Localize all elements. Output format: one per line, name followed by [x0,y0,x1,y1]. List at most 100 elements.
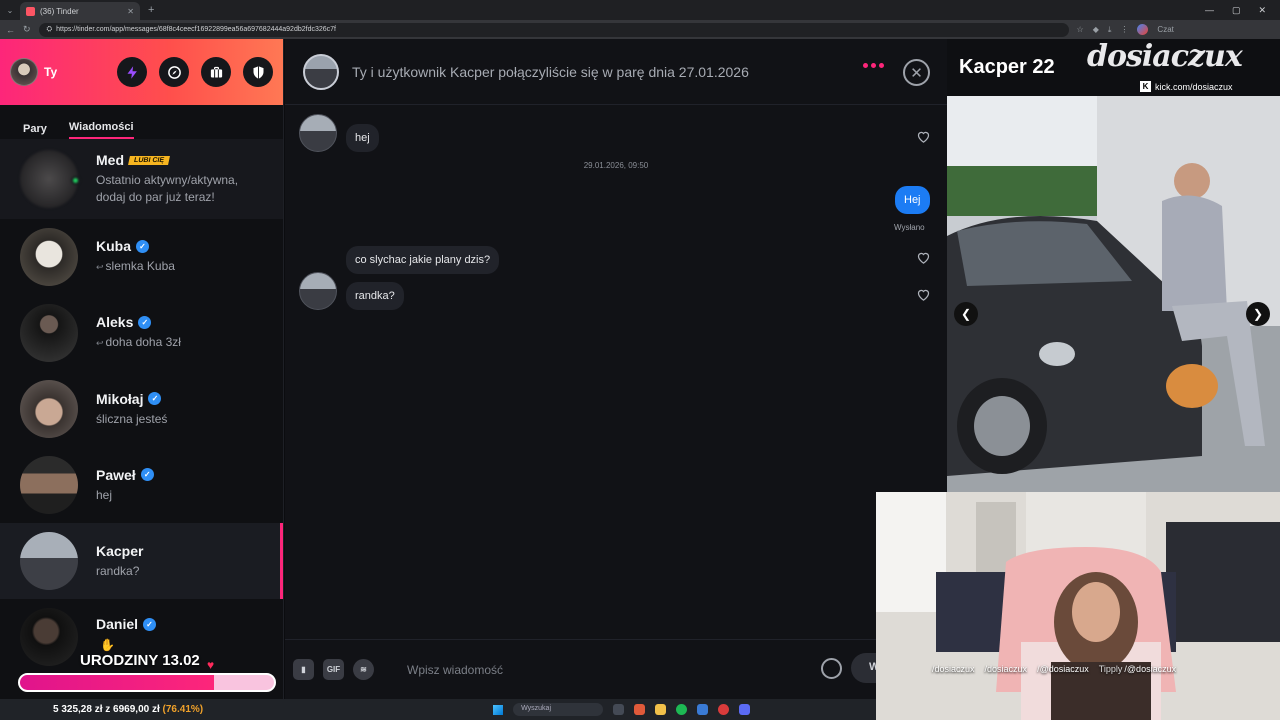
profile-label[interactable]: Czat [1157,25,1173,34]
conversation-item[interactable]: Paweł ✓ hej [0,447,283,523]
outgoing-message-bubble: Hej [895,186,930,214]
browser-tab-strip: ⌄ (36) Tinder ✕ + — ▢ ✕ [0,0,1280,20]
conversation-preview-line2: dodaj do par już teraz! [96,190,215,204]
conversation-name: Daniel [96,616,139,632]
address-bar: ← ↻ ⛭ https://tinder.com/app/messages/68… [0,20,1280,39]
extension-icon[interactable]: ◆ [1093,25,1099,34]
verified-icon: ✓ [143,617,157,631]
window-close-icon[interactable]: ✕ [1258,5,1266,16]
conversation-preview: randka? [96,563,140,578]
tab-title: (36) Tinder [40,6,79,16]
work-button[interactable] [201,57,231,87]
spotify-button[interactable]: ≋ [353,659,374,680]
close-icon: ✕ [910,64,923,82]
emoji-icon[interactable] [821,658,842,679]
instagram-handle: /dosiaczux [932,664,975,674]
conversation-preview: hej [96,487,113,502]
new-tab-icon[interactable]: + [148,4,154,16]
minimize-icon[interactable]: — [1205,5,1214,16]
profile-avatar-icon[interactable] [1137,24,1149,35]
conversation-item[interactable]: Mikołaj ✓ śliczna jesteś [0,371,283,447]
my-avatar[interactable] [10,58,38,86]
spotify-taskbar-icon[interactable] [676,704,688,715]
conversation-item-selected[interactable]: Kacper randka? [0,523,283,599]
menu-dots-icon[interactable]: ⋮ [1120,25,1128,34]
boost-button[interactable] [117,57,147,87]
message-bubble: hej [346,124,379,152]
reply-arrow-icon: ↩ [96,262,104,272]
kick-icon: K [1140,81,1151,92]
folder-icon[interactable] [655,704,667,715]
windows-start-icon[interactable] [493,704,504,715]
profile-panel: Kacper 22 dosiaczux Kkick.com/dosiaczux … [947,39,1280,499]
conversation-preview: Ostatnio aktywny/aktywna, [96,173,239,187]
tiktok-handle: /dosiaczux [984,664,1028,674]
profile-photo[interactable]: ❮ ❯ [947,96,1280,499]
verified-icon: ✓ [136,239,149,253]
goal-progress-fill [20,675,215,690]
taskbar-center: Wyszukaj [493,703,751,716]
tab-messages[interactable]: Wiadomości [68,121,134,139]
safety-button[interactable] [243,57,273,87]
sticker-button[interactable]: ▮ [293,659,314,680]
more-options-icon[interactable] [863,63,884,68]
reload-icon[interactable]: ↻ [23,24,31,35]
app-icon[interactable] [697,704,709,715]
star-icon[interactable]: ☆ [1077,25,1084,34]
taskbar: 5 325,28 zł z 6969,00 zł (76.41%) Wyszuk… [0,699,876,720]
like-heart-icon[interactable] [916,287,931,302]
avatar [20,228,78,286]
donation-goal-text: 5 325,28 zł z 6969,00 zł (76.41%) [53,704,203,715]
header-buttons [117,57,273,87]
sent-status: Wysłano [894,223,925,232]
tab-matches[interactable]: Pary [23,123,47,139]
verified-icon: ✓ [148,392,162,405]
profile-name-age: Kacper 22 [959,56,1055,78]
chat-panel: Ty i użytkownik Kacper połączyliście się… [285,39,947,699]
kick-link: Kkick.com/dosiaczux [1140,81,1233,92]
explore-button[interactable] [159,57,189,87]
toolbar-icons: ☆ ◆ ⤓ ⋮ Czat [1077,24,1174,35]
app-icon[interactable] [739,704,751,715]
download-icon[interactable]: ⤓ [1108,25,1112,35]
url-field[interactable]: ⛭ https://tinder.com/app/messages/68f8c4… [38,22,1069,37]
tipply-label: Tipply [1098,664,1123,674]
message-input[interactable]: Wpisz wiadomość [407,663,503,677]
donation-amount: 5 325,28 zł z 6969,00 zł [53,704,160,715]
match-info-text: Ty i użytkownik Kacper połączyliście się… [352,63,749,80]
like-heart-icon[interactable] [916,250,931,265]
tab-close-icon[interactable]: ✕ [127,7,134,16]
next-photo-button[interactable]: ❯ [1246,302,1270,326]
site-info-icon[interactable]: ⛭ [47,26,53,34]
sticker-icon: ▮ [301,665,306,674]
avatar [20,456,78,514]
conversation-name: Paweł [96,466,136,483]
conversation-item[interactable]: Kuba ✓ ↩ slemka Kuba [0,219,283,295]
conversation-item[interactable]: Med LUBI CIĘ Ostatnio aktywny/aktywna, dod… [0,139,283,219]
chat-header: Ty i użytkownik Kacper połączyliście się… [285,39,947,105]
kick-url: kick.com/dosiaczux [1155,81,1233,92]
sidebar-tabs: Pary Wiadomości [0,105,283,139]
gif-button[interactable]: GIF [323,659,344,680]
tipply-handle: Tipply/@dosiaczux [1099,664,1176,674]
like-heart-icon[interactable] [916,129,931,144]
my-name[interactable]: Ty [44,65,57,79]
close-chat-button[interactable]: ✕ [903,59,930,86]
url-text: https://tinder.com/app/messages/68f8c4ce… [56,26,336,33]
task-view-icon[interactable] [613,704,625,715]
streamer-webcam: /dosiaczux /dosiaczux /@dosiaczux Tipply… [876,492,1280,720]
conversation-preview: slemka Kuba [105,259,175,273]
app-icon[interactable] [634,704,646,715]
browser-tab[interactable]: (36) Tinder ✕ [20,2,140,20]
chrome-icon[interactable] [718,704,730,715]
back-icon[interactable]: ← [6,25,15,35]
taskbar-search[interactable]: Wyszukaj [513,703,604,716]
social-handles: /dosiaczux /dosiaczux /@dosiaczux Tipply… [932,664,1176,674]
matches-sidebar: Ty Pary Wiadomości Med LUBI CIĘ Ostatnio … [0,39,284,699]
message-composer: ▮ GIF ≋ Wpisz wiadomość W [285,639,947,699]
tab-search-icon[interactable]: ⌄ [0,6,20,15]
conversation-item[interactable]: Aleks ✓ ↩ doha doha 3zł [0,295,283,371]
previous-photo-button[interactable]: ❮ [954,302,978,326]
match-avatar[interactable] [303,53,339,90]
maximize-icon[interactable]: ▢ [1232,5,1241,16]
